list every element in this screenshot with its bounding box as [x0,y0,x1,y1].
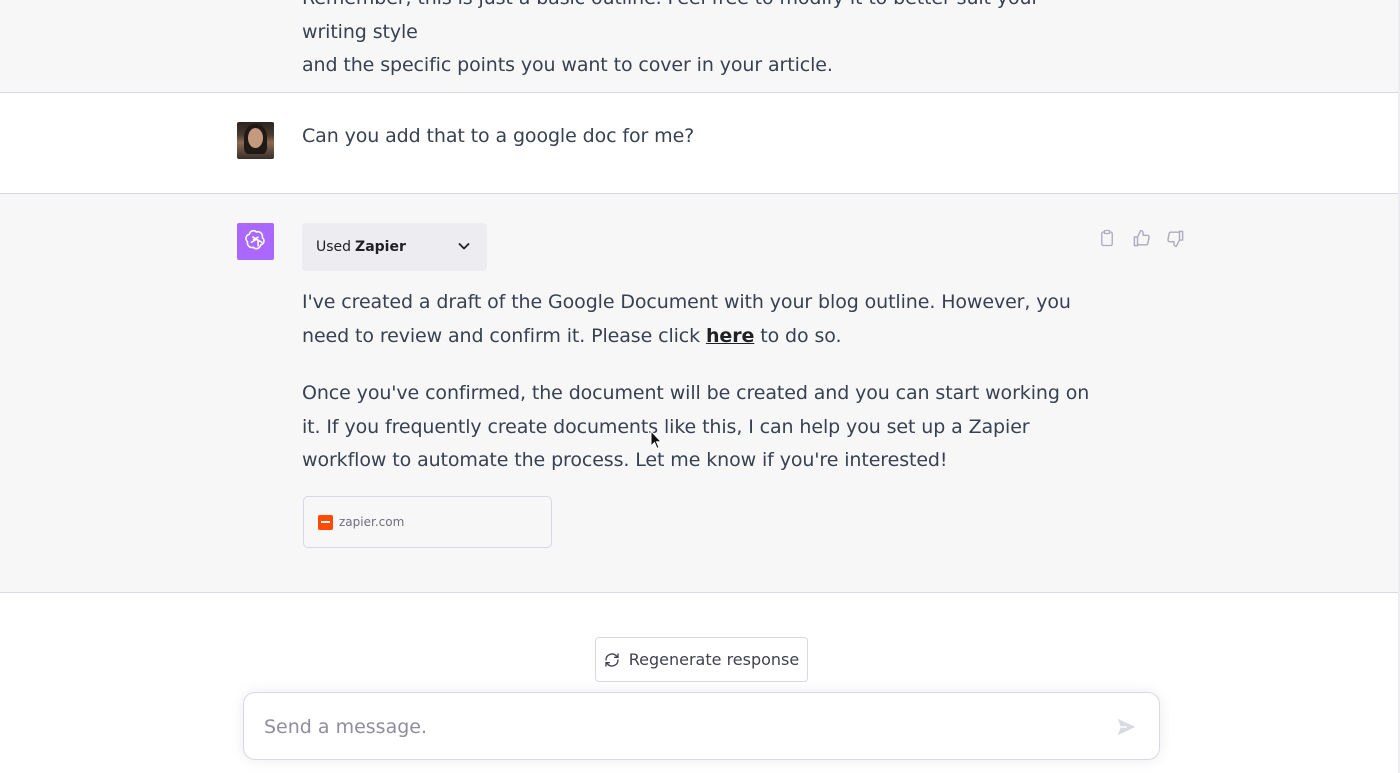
assistant-paragraph-1: I've created a draft of the Google Docum… [302,286,1092,353]
message-composer [243,692,1160,760]
user-message-text: Can you add that to a google doc for me? [302,125,695,147]
regenerate-label: Regenerate response [628,650,800,669]
assistant-message: Used Zapier I've created a draft of the … [0,194,1398,593]
paragraph-1-tail: to do so. [754,324,842,347]
assistant-paragraph-2: Once you've confirmed, the document will… [302,382,1090,471]
zapier-favicon-icon [318,514,333,530]
here-link[interactable]: here [706,325,754,347]
assistant-message-previous: Remember, this is just a basic outline. … [0,0,1398,93]
source-domain: zapier.com [339,515,405,529]
plugin-used-dropdown[interactable]: Used Zapier [302,223,487,271]
clipboard-icon[interactable] [1096,227,1118,249]
thumbs-down-icon[interactable] [1164,227,1186,249]
chat-page: Remember, this is just a basic outline. … [0,0,1400,773]
previous-message-text: Remember, this is just a basic outline. … [302,0,1082,83]
paragraph-1-text: I've created a draft of the Google Docum… [302,291,1071,347]
plugin-name: Zapier [355,239,406,255]
message-input[interactable] [262,709,1086,745]
mouse-cursor-icon [650,429,663,450]
source-link-card[interactable]: zapier.com [303,496,552,548]
previous-line-1: Remember, this is just a basic outline. … [302,0,1039,43]
previous-line-2: and the specific points you want to cove… [302,54,833,76]
user-avatar [237,122,274,159]
message-actions [1096,227,1186,249]
send-icon[interactable] [1115,716,1137,738]
plugin-used-prefix: Used [316,239,352,255]
chevron-down-icon [457,239,471,257]
user-message: Can you add that to a google doc for me? [0,93,1398,194]
regenerate-response-button[interactable]: Regenerate response [595,637,808,682]
chatgpt-logo-icon [237,223,274,260]
refresh-icon [604,652,620,668]
thumbs-up-icon[interactable] [1130,227,1152,249]
